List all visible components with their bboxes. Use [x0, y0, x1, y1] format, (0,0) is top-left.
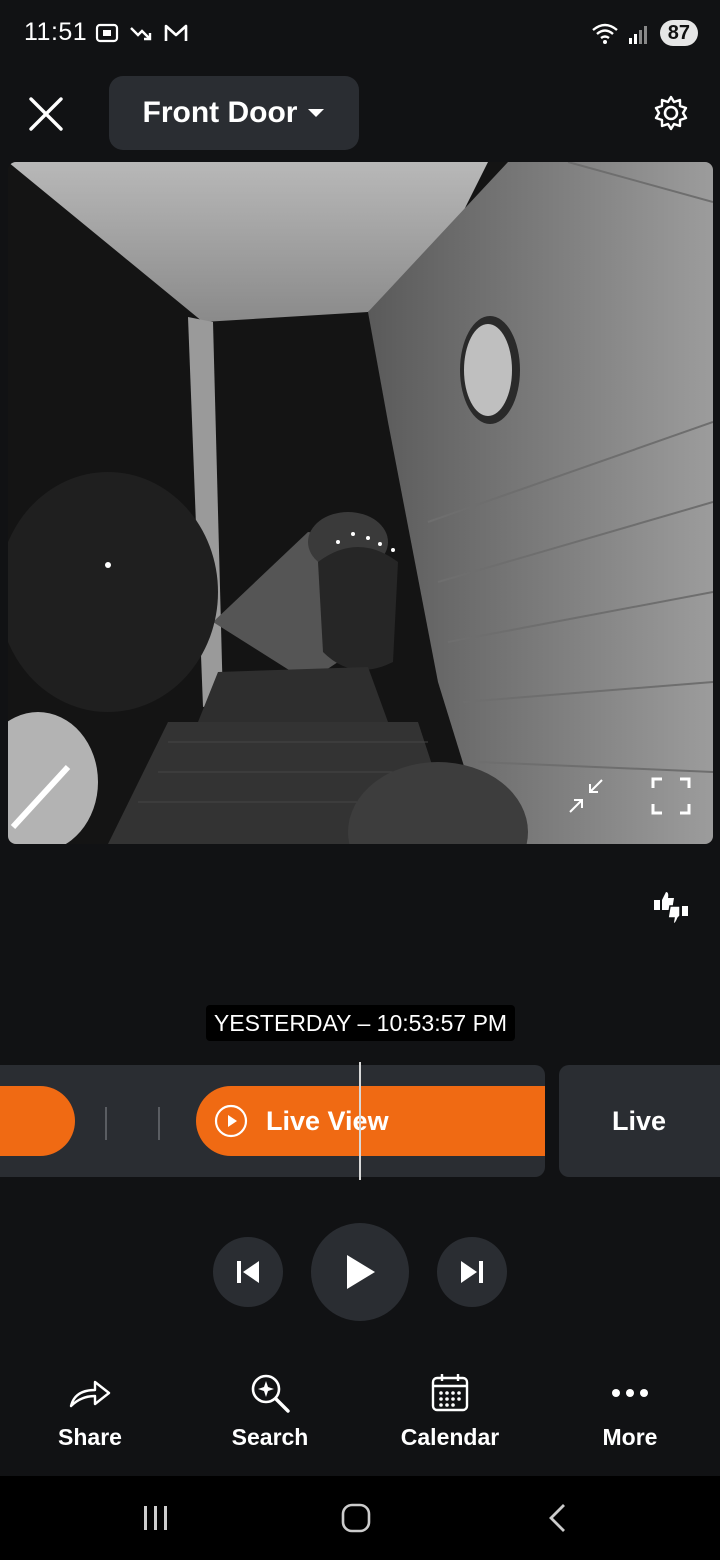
screenshot-icon — [95, 23, 119, 43]
timestamp-label: YESTERDAY – 10:53:57 PM — [206, 1005, 515, 1041]
status-icons-left — [94, 20, 190, 46]
close-button[interactable] — [20, 88, 72, 140]
timeline-tick — [105, 1107, 107, 1140]
chevron-down-icon — [308, 109, 325, 117]
share-button[interactable]: Share — [10, 1370, 170, 1460]
home-icon — [341, 1503, 371, 1533]
gmail-icon — [164, 24, 188, 41]
more-button[interactable]: More — [550, 1370, 710, 1460]
share-icon — [67, 1370, 113, 1416]
status-bar: 11:51 87 — [0, 0, 720, 66]
live-view-label: Live View — [266, 1105, 389, 1136]
search-label: Search — [231, 1424, 309, 1450]
live-view-clip[interactable]: Live View — [196, 1086, 545, 1156]
share-label: Share — [58, 1424, 122, 1450]
play-button[interactable] — [311, 1223, 409, 1321]
search-button[interactable]: Search — [190, 1370, 350, 1460]
skip-previous-button[interactable] — [213, 1237, 283, 1307]
fullscreen-button[interactable] — [650, 776, 692, 816]
gear-icon — [654, 95, 688, 131]
calendar-icon — [427, 1370, 473, 1416]
camera-selector[interactable]: Front Door — [109, 76, 359, 150]
calendar-button[interactable]: Calendar — [370, 1370, 530, 1460]
search-icon — [247, 1370, 293, 1416]
back-button[interactable] — [528, 1496, 588, 1540]
more-label: More — [602, 1424, 658, 1450]
camera-name: Front Door — [142, 96, 298, 129]
home-button[interactable] — [326, 1496, 386, 1540]
skip-previous-icon — [237, 1261, 259, 1283]
exit-fullscreen-icon — [569, 779, 603, 813]
timeline-scrubber[interactable] — [358, 1062, 362, 1180]
live-button[interactable]: Live — [559, 1065, 720, 1177]
trending-down-icon — [130, 27, 152, 41]
skip-next-button[interactable] — [437, 1237, 507, 1307]
scrubber-line-icon — [359, 1062, 361, 1180]
timeline-event-clip[interactable] — [0, 1086, 75, 1156]
fullscreen-icon — [651, 777, 691, 815]
wifi-icon — [591, 23, 618, 44]
more-icon — [607, 1370, 653, 1416]
close-icon — [29, 97, 63, 131]
status-time: 11:51 — [24, 18, 88, 46]
back-icon — [549, 1504, 565, 1532]
signal-icon — [628, 26, 647, 44]
porch-night-image — [8, 162, 713, 844]
play-icon — [347, 1255, 375, 1289]
battery-icon: 87 — [659, 20, 698, 46]
recent-apps-icon — [144, 1506, 167, 1530]
calendar-label: Calendar — [400, 1424, 500, 1450]
feedback-button[interactable] — [650, 888, 692, 928]
status-icons-right: 87 — [590, 20, 698, 46]
play-circle-icon — [214, 1104, 248, 1138]
exit-fullscreen-button[interactable] — [566, 776, 606, 816]
recent-apps-button[interactable] — [126, 1496, 186, 1540]
camera-video-feed[interactable] — [8, 162, 713, 844]
skip-next-icon — [461, 1261, 483, 1283]
thumbs-up-down-icon — [654, 892, 688, 925]
settings-button[interactable] — [646, 88, 696, 138]
timeline-tick — [158, 1107, 160, 1140]
